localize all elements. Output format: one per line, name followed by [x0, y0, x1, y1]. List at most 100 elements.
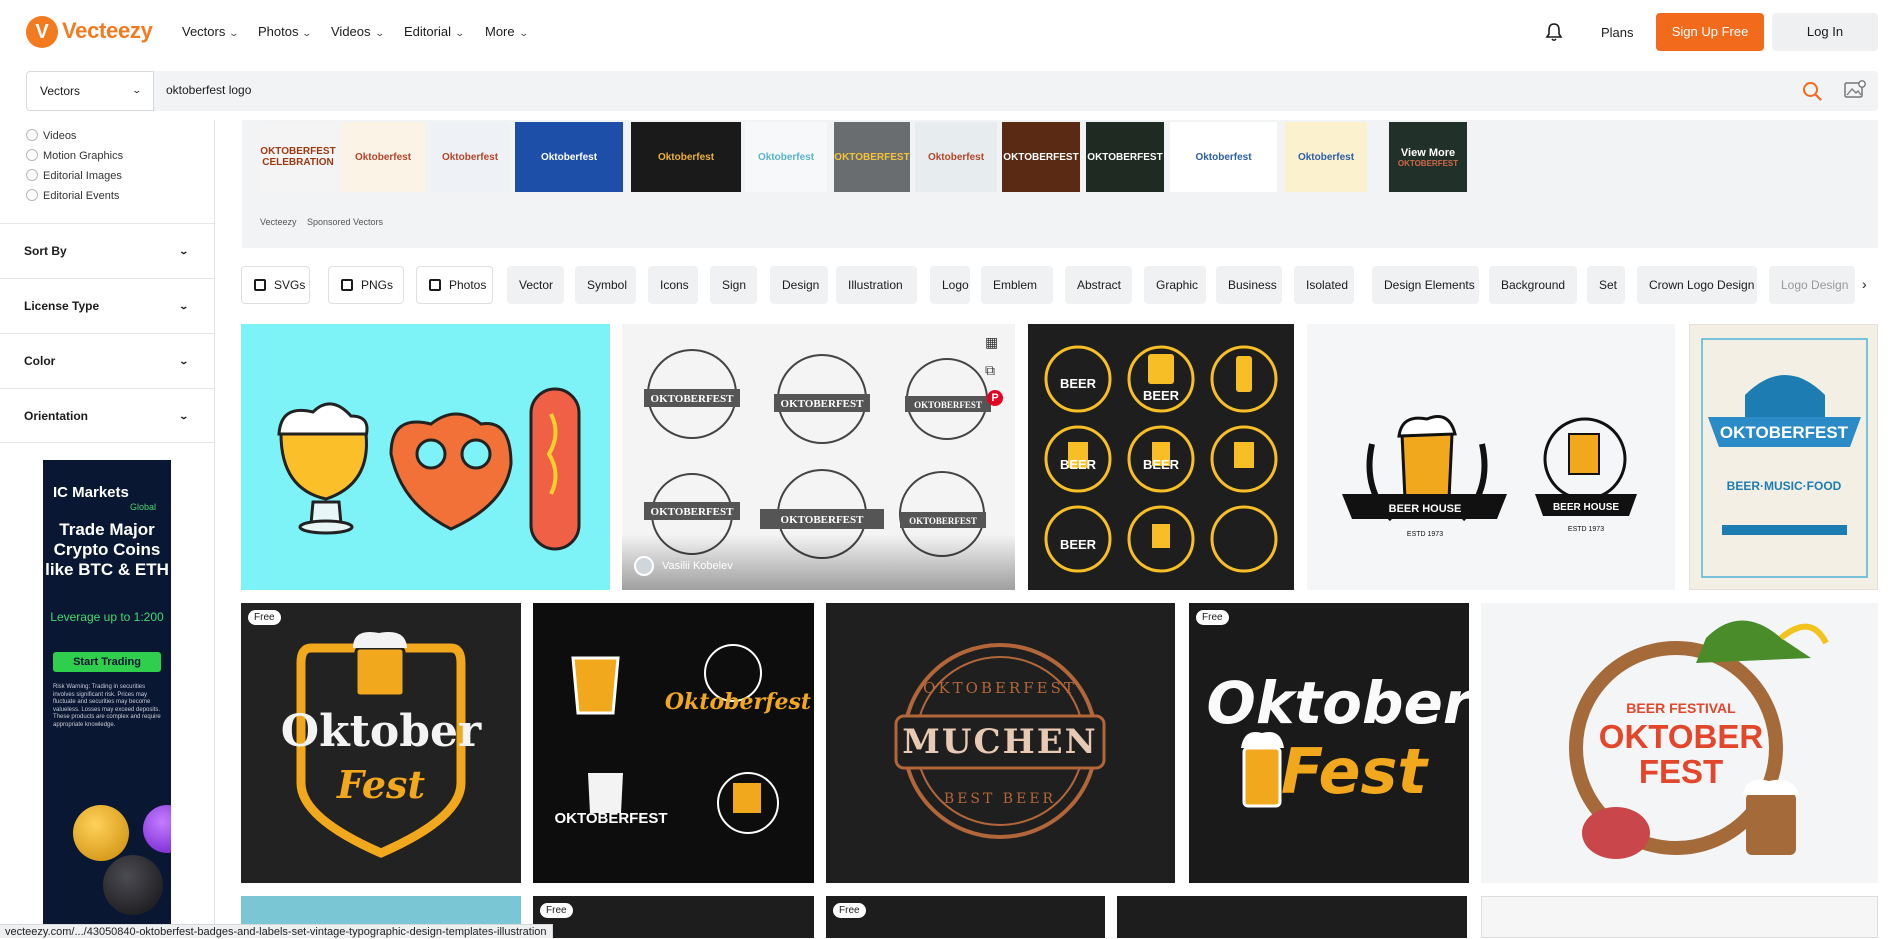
tag-chip[interactable]: Abstract — [1065, 266, 1132, 304]
vecteezy-logo-icon[interactable]: V — [26, 16, 58, 48]
chevron-down-icon: ⌄ — [454, 28, 466, 38]
result-card-oktoberfest-badges[interactable]: OKTOBERFEST OKTOBERFEST OKTOBERFEST OKTOBE… — [622, 324, 1015, 590]
png-filter-chip[interactable]: PNGs — [328, 266, 404, 304]
author-avatar[interactable] — [634, 556, 654, 576]
svg-text:OKTOBERFEST: OKTOBERFEST — [781, 398, 865, 410]
tag-chip[interactable]: Business — [1216, 266, 1282, 304]
vecteezy-logo-text[interactable]: Vecteezy — [62, 18, 153, 44]
result-card-beer-festival-oktober-fest[interactable]: BEER FESTIVAL OKTOBER FEST — [1481, 603, 1878, 883]
svg-text:OKTOBERFEST: OKTOBERFEST — [781, 514, 865, 526]
sponsored-thumb[interactable]: Oktoberfest — [1170, 122, 1277, 192]
festival-line-3: FEST — [1639, 753, 1723, 790]
nav-photos[interactable]: Photos ⌄ — [258, 24, 313, 39]
content-type-motion-graphics[interactable]: Motion Graphics — [26, 149, 123, 162]
result-card-beer-house[interactable]: BEER HOUSE ESTD 1973 BEER HOUSE ESTD 197… — [1307, 324, 1675, 590]
content-type-editorial-images[interactable]: Editorial Images — [26, 169, 122, 182]
nav-editorial[interactable]: Editorial ⌄ — [404, 24, 466, 39]
tag-chip[interactable]: Vector — [507, 266, 564, 304]
chevron-down-icon: ⌄ — [178, 246, 190, 256]
result-card-row3-4[interactable] — [1117, 896, 1467, 938]
chevron-down-icon: ⌄ — [228, 28, 240, 38]
tag-chip[interactable]: Graphic — [1144, 266, 1206, 304]
filter-license-type[interactable]: License Type ⌄ — [0, 278, 214, 333]
filter-sort-by[interactable]: Sort By ⌄ — [0, 223, 214, 278]
chevron-right-icon[interactable]: › — [1862, 276, 1867, 292]
tag-chip[interactable]: Isolated — [1294, 266, 1354, 304]
sign-up-free-button[interactable]: Sign Up Free — [1656, 13, 1764, 51]
chevron-down-icon: ⌄ — [178, 356, 190, 366]
sponsored-thumb[interactable]: Oktoberfest — [915, 122, 997, 192]
ad-banner[interactable]: IC Markets Global Trade Major Crypto Coi… — [43, 460, 171, 938]
ad-brand-sub: Global — [130, 502, 157, 512]
sponsored-thumb[interactable]: OKTOBERFEST — [1002, 122, 1080, 192]
tag-chip[interactable]: Logo — [930, 266, 970, 304]
result-card-oktober-fest-lettering[interactable]: Oktober Fest Free — [1189, 603, 1469, 883]
radio-label: Videos — [43, 130, 77, 142]
search-input[interactable]: oktoberfest logo — [166, 83, 251, 97]
tag-chip[interactable]: Symbol — [575, 266, 636, 304]
sponsored-thumb[interactable]: Oktoberfest — [515, 122, 623, 192]
nav-more[interactable]: More ⌄ — [485, 24, 529, 39]
sponsored-vectors-strip: OKTOBERFEST CELEBRATION Oktoberfest Oktobe… — [242, 120, 1878, 248]
sponsored-thumb[interactable]: Oktoberfest — [745, 122, 827, 192]
author-name[interactable]: Vasilii Kobelev — [662, 560, 733, 572]
bitcoin-coin-icon — [73, 805, 129, 861]
result-card-row3-2[interactable]: Free — [533, 896, 814, 938]
asset-type-select[interactable]: Vectors ⌄ — [26, 71, 154, 111]
sponsored-thumb[interactable]: Oktoberfest — [431, 122, 509, 192]
result-card-beer-pretzel[interactable] — [241, 324, 610, 590]
sponsored-thumb[interactable]: OKTOBERFEST — [834, 122, 910, 192]
filter-orientation[interactable]: Orientation ⌄ — [0, 388, 214, 443]
muchen-best-beer-illustration: OKTOBERFEST MUCHEN BEST BEER — [894, 643, 1106, 839]
free-badge: Free — [1196, 610, 1229, 625]
filter-label: License Type — [24, 299, 100, 313]
sponsored-thumb[interactable]: OKTOBERFEST CELEBRATION — [260, 122, 336, 192]
beer-house-est-2: ESTD 1973 — [1568, 526, 1604, 533]
result-card-beer-festival-poster[interactable]: OKTOBERFEST BEER·MUSIC·FOOD — [1689, 324, 1878, 590]
content-type-editorial-events[interactable]: Editorial Events — [26, 189, 119, 202]
sponsored-thumb[interactable]: Oktoberfest — [1285, 122, 1367, 192]
result-card-oktoberfest-logos-set[interactable]: Oktoberfest OKTOBERFEST — [533, 603, 814, 883]
nav-vectors[interactable]: Vectors ⌄ — [182, 24, 240, 39]
find-similar-icon[interactable]: ▦ — [985, 334, 1005, 354]
result-card-row3-5[interactable] — [1481, 896, 1878, 938]
photos-filter-chip[interactable]: Photos — [416, 266, 493, 304]
beer-festival-oktober-fest-illustration: BEER FESTIVAL OKTOBER FEST — [1569, 620, 1829, 859]
nav-videos-label: Videos — [331, 24, 371, 39]
tag-chip[interactable]: Emblem — [981, 266, 1053, 304]
plans-link[interactable]: Plans — [1601, 25, 1634, 40]
tag-chip[interactable]: Logo Design — [1769, 266, 1855, 304]
nav-videos[interactable]: Videos ⌄ — [331, 24, 385, 39]
content-type-videos[interactable]: Videos — [26, 129, 76, 142]
solana-coin-icon — [143, 805, 171, 853]
pinterest-icon[interactable]: P — [987, 390, 1003, 406]
radio-icon — [26, 149, 38, 161]
result-card-row3-3[interactable]: Free — [826, 896, 1105, 938]
sponsored-thumb[interactable]: Oktoberfest — [631, 122, 741, 192]
ad-start-trading-button[interactable]: Start Trading — [53, 652, 161, 672]
filter-color[interactable]: Color ⌄ — [0, 333, 214, 388]
tag-chip[interactable]: Design — [770, 266, 828, 304]
svg-filter-chip[interactable]: SVGs — [241, 266, 310, 304]
tag-chip[interactable]: Design Elements — [1372, 266, 1479, 304]
tag-chip[interactable]: Sign — [710, 266, 757, 304]
ad-headline: Trade Major Crypto Coins like BTC & ETH — [45, 520, 169, 579]
result-card-muchen-best-beer[interactable]: OKTOBERFEST MUCHEN BEST BEER — [826, 603, 1175, 883]
filter-label: Sort By — [24, 244, 67, 258]
search-icon[interactable] — [1802, 81, 1822, 101]
result-card-beer-badges[interactable]: BEER BEER BEER BEER BEER — [1028, 324, 1294, 590]
view-more-thumb[interactable]: View More OKTOBERFEST — [1389, 122, 1467, 192]
sponsored-thumb[interactable]: OKTOBERFEST — [1086, 122, 1164, 192]
tag-chip[interactable]: Set — [1587, 266, 1625, 304]
tag-chip[interactable]: Icons — [648, 266, 698, 304]
result-card-oktober-fest-mug[interactable]: Oktober Fest Free — [241, 603, 521, 883]
copy-icon[interactable]: ⧉ — [985, 362, 1005, 382]
tag-chip[interactable]: Crown Logo Design — [1637, 266, 1757, 304]
tag-chip[interactable]: Illustration — [836, 266, 917, 304]
image-search-icon[interactable] — [1844, 80, 1866, 100]
tag-chip[interactable]: Background — [1489, 266, 1577, 304]
chevron-down-icon: ⌄ — [301, 28, 313, 38]
log-in-button[interactable]: Log In — [1772, 13, 1878, 51]
notification-bell-icon[interactable] — [1545, 22, 1563, 42]
sponsored-thumb[interactable]: Oktoberfest — [341, 122, 425, 192]
